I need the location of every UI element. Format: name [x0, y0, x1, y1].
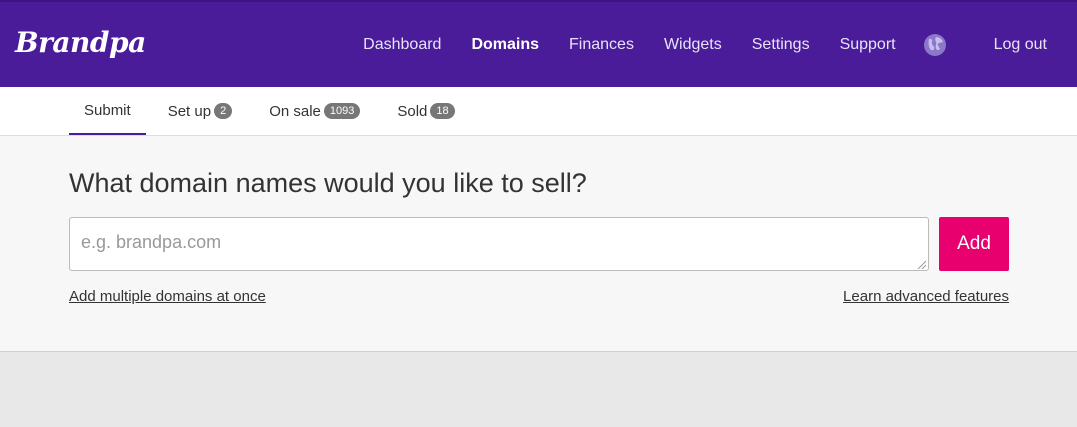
count-badge: 1093: [323, 103, 361, 119]
nav-item-domains[interactable]: Domains: [456, 36, 554, 54]
tab-label: Submit: [84, 101, 131, 119]
learn-advanced-link[interactable]: Learn advanced features: [843, 288, 1009, 305]
tab-label: Sold: [397, 102, 428, 120]
tab-label: On sale: [269, 102, 321, 120]
top-navbar: Brandpa Dashboard Domains Finances Widge…: [0, 0, 1077, 87]
nav-item-widgets[interactable]: Widgets: [649, 36, 737, 54]
domains-tabs: Submit Set up 2 On sale 1093 Sold 18: [69, 87, 477, 135]
nav-item-finances[interactable]: Finances: [554, 36, 649, 54]
globe-icon[interactable]: [923, 33, 947, 57]
submit-panel: What domain names would you like to sell…: [0, 136, 1077, 352]
tab-on-sale[interactable]: On sale 1093: [254, 87, 375, 135]
main-nav: Dashboard Domains Finances Widgets Setti…: [348, 2, 1077, 87]
tab-sold[interactable]: Sold 18: [382, 87, 469, 135]
tab-label: Set up: [167, 102, 212, 120]
count-badge: 18: [430, 103, 455, 119]
page-title: What domain names would you like to sell…: [69, 168, 587, 198]
tab-submit[interactable]: Submit: [69, 87, 146, 135]
tab-set-up[interactable]: Set up 2: [153, 87, 248, 135]
count-badge: 2: [214, 103, 233, 119]
domain-input[interactable]: [69, 217, 929, 271]
domains-tabs-bar: Submit Set up 2 On sale 1093 Sold 18: [0, 87, 1077, 136]
add-multiple-link[interactable]: Add multiple domains at once: [69, 288, 266, 305]
nav-item-support[interactable]: Support: [825, 36, 911, 54]
brand-logo[interactable]: Brandpa: [15, 26, 146, 59]
nav-item-dashboard[interactable]: Dashboard: [348, 36, 456, 54]
add-button[interactable]: Add: [939, 217, 1009, 271]
logout-link[interactable]: Log out: [979, 36, 1062, 54]
nav-item-settings[interactable]: Settings: [737, 36, 825, 54]
